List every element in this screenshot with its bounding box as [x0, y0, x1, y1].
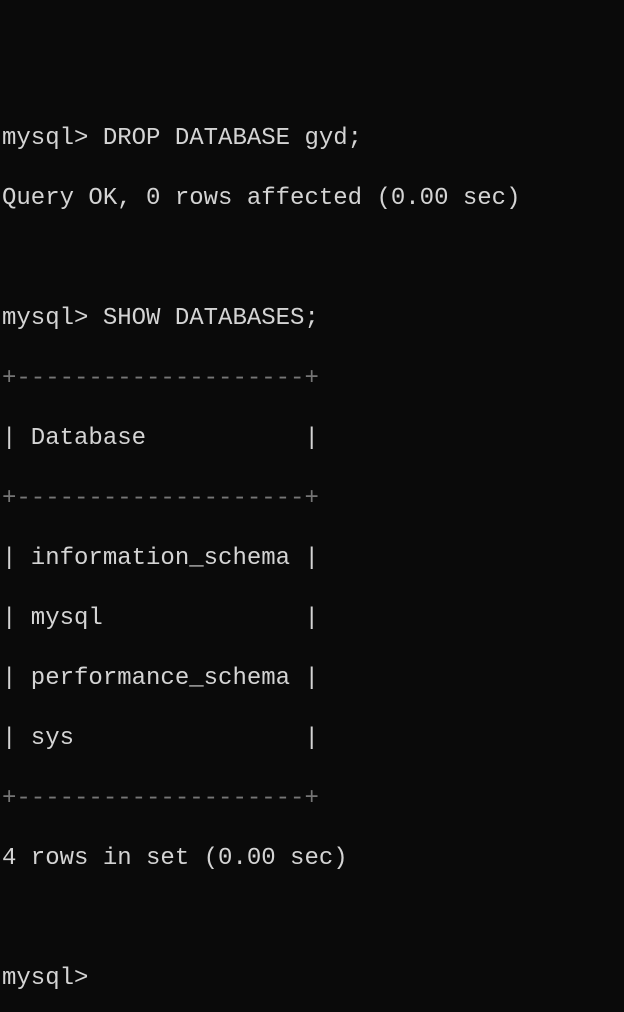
table-row: | information_schema | [2, 544, 622, 574]
table-border-top: +--------------------+ [2, 364, 622, 394]
blank-line [2, 244, 622, 274]
prompt: mysql> [2, 965, 88, 992]
command-text: DROP DATABASE gyd; [103, 125, 362, 152]
table-row: | mysql | [2, 604, 622, 634]
prompt: mysql> [2, 305, 88, 332]
prompt-line-final[interactable]: mysql> [2, 964, 622, 994]
table-row: | performance_schema | [2, 664, 622, 694]
command-text: SHOW DATABASES; [103, 305, 319, 332]
table-border-mid: +--------------------+ [2, 484, 622, 514]
result-line-1: Query OK, 0 rows affected (0.00 sec) [2, 184, 622, 214]
table-border-bottom: +--------------------+ [2, 784, 622, 814]
blank-line [2, 904, 622, 934]
prompt: mysql> [2, 125, 88, 152]
summary-line: 4 rows in set (0.00 sec) [2, 844, 622, 874]
table-row: | sys | [2, 724, 622, 754]
cmd-line-1: mysql> DROP DATABASE gyd; [2, 124, 622, 154]
cmd-line-2: mysql> SHOW DATABASES; [2, 304, 622, 334]
table-header: | Database | [2, 424, 622, 454]
